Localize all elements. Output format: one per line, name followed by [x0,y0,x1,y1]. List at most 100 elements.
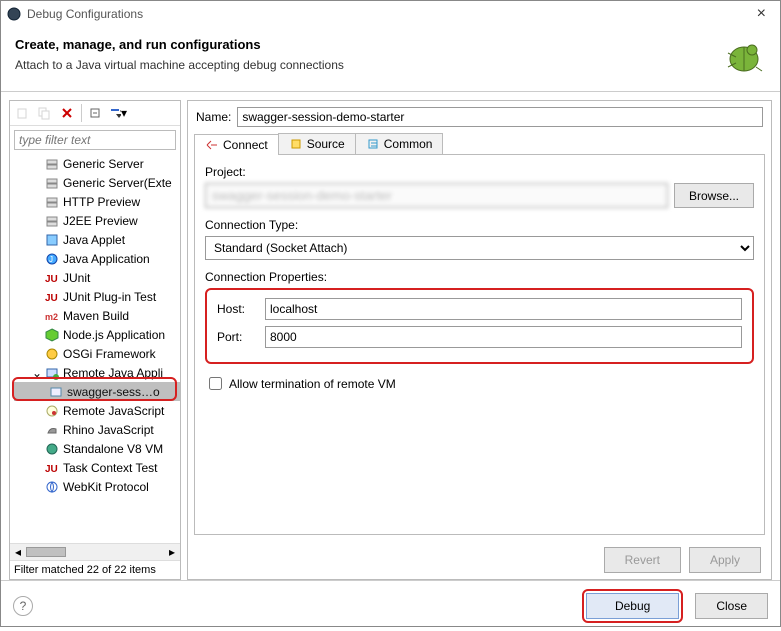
tab-common[interactable]: Common [355,133,444,154]
scroll-thumb[interactable] [26,547,66,557]
filter-status: Filter matched 22 of 22 items [10,560,180,579]
node-icon [44,328,60,342]
connection-type-select[interactable]: Standard (Socket Attach) [205,236,754,260]
connection-properties-label: Connection Properties: [205,270,754,284]
debug-button-highlight: Debug [582,589,683,623]
sidebar: ▾ Generic Server Generic Server(Exte HTTP … [9,100,181,580]
tree-item[interactable]: JUJUnit Plug-in Test [14,287,180,306]
port-input[interactable] [265,326,742,348]
collapse-all-icon[interactable] [87,104,105,122]
config-icon [48,385,64,399]
junit-icon: JU [44,271,60,285]
close-button[interactable]: Close [695,593,768,619]
delete-config-icon[interactable] [58,104,76,122]
tree-item-label: Rhino JavaScript [63,423,154,437]
tree-item-label: Java Applet [63,233,125,247]
svg-text:JU: JU [45,464,58,475]
name-input[interactable] [237,107,763,127]
browse-button[interactable]: Browse... [674,183,754,208]
new-config-icon[interactable] [14,104,32,122]
tab-connect[interactable]: Connect [194,134,279,155]
remote-icon [44,366,60,380]
help-icon[interactable]: ? [13,596,33,616]
tree-item[interactable]: Node.js Application [14,325,180,344]
tab-source[interactable]: Source [278,133,356,154]
tree-item-label: OSGi Framework [63,347,156,361]
v8-icon [44,442,60,456]
connect-panel: Project: Browse... Connection Type: Stan… [194,155,765,535]
host-label: Host: [217,302,261,316]
tree-item-label: HTTP Preview [63,195,140,209]
page-title: Create, manage, and run configurations [15,37,718,52]
tab-connect-label: Connect [223,138,268,152]
connection-properties-group: Host: Port: [205,288,754,364]
js-icon [44,404,60,418]
tree-item[interactable]: WebKit Protocol [14,477,180,496]
tree-item[interactable]: J2EE Preview [14,211,180,230]
sidebar-toolbar: ▾ [10,101,180,126]
java-icon: J [44,252,60,266]
tree-item[interactable]: Generic Server [14,154,180,173]
tree-item[interactable]: HTTP Preview [14,192,180,211]
applet-icon [44,233,60,247]
host-input[interactable] [265,298,742,320]
tree-item-label: J2EE Preview [63,214,138,228]
tab-source-label: Source [307,137,345,151]
webkit-icon [44,480,60,494]
filter-menu-icon[interactable]: ▾ [109,104,127,122]
tree-item[interactable]: OSGi Framework [14,344,180,363]
rhino-icon [44,423,60,437]
name-label: Name: [196,110,231,124]
source-tab-icon [289,137,303,151]
dialog-header: Create, manage, and run configurations A… [1,27,780,91]
horizontal-scrollbar[interactable]: ◂ ▸ [10,543,180,560]
config-tree[interactable]: Generic Server Generic Server(Exte HTTP Pr… [10,152,180,543]
connect-tab-icon [205,138,219,152]
window-titlebar: Debug Configurations × [1,1,780,27]
svg-text:m2: m2 [45,312,58,322]
tree-item[interactable]: JU JUnit [14,268,180,287]
tree-item[interactable]: JJava Application [14,249,180,268]
allow-termination-label: Allow termination of remote VM [229,377,396,391]
tree-item-label: Node.js Application [63,328,165,342]
scroll-left-icon[interactable]: ◂ [10,544,26,560]
tree-item[interactable]: Java Applet [14,230,180,249]
tree-item[interactable]: swagger-sess…o [14,382,180,401]
tree-item[interactable]: Remote JavaScript [14,401,180,420]
tree-item[interactable]: Standalone V8 VM [14,439,180,458]
tree-item-label: Task Context Test [63,461,158,475]
tree-item-label: JUnit Plug-in Test [63,290,156,304]
duplicate-config-icon[interactable] [36,104,54,122]
tree-item[interactable]: ⌄Remote Java Appli [14,363,180,382]
junit-icon: JU [44,461,60,475]
tree-item[interactable]: JU Task Context Test [14,458,180,477]
page-subtitle: Attach to a Java virtual machine accepti… [15,58,718,72]
apply-button[interactable]: Apply [689,547,761,573]
tree-item[interactable]: Rhino JavaScript [14,420,180,439]
debug-button[interactable]: Debug [586,593,679,619]
allow-termination-checkbox[interactable] [209,377,222,390]
tree-item-label: WebKit Protocol [63,480,149,494]
osgi-icon [44,347,60,361]
scroll-right-icon[interactable]: ▸ [164,544,180,560]
debug-bug-icon [718,37,766,77]
server-icon [44,214,60,228]
svg-text:JU: JU [45,274,58,285]
tree-item-label: Standalone V8 VM [63,442,163,456]
close-icon[interactable]: × [749,6,774,22]
tree-item[interactable]: Generic Server(Exte [14,173,180,192]
app-icon [7,7,21,21]
project-label: Project: [205,165,754,179]
port-label: Port: [217,330,261,344]
tree-item-label: Generic Server(Exte [63,176,172,190]
details-panel: Name: Connect Source Common Project: [187,100,772,580]
expand-icon[interactable]: ⌄ [32,366,44,380]
dialog-footer: ? Debug Close [1,580,780,631]
filter-input[interactable] [14,130,176,150]
tree-item-label: swagger-sess…o [67,385,160,399]
revert-button[interactable]: Revert [604,547,681,573]
tree-item[interactable]: m2Maven Build [14,306,180,325]
tree-item-label: JUnit [63,271,90,285]
server-icon [44,157,60,171]
project-input[interactable] [205,183,668,208]
